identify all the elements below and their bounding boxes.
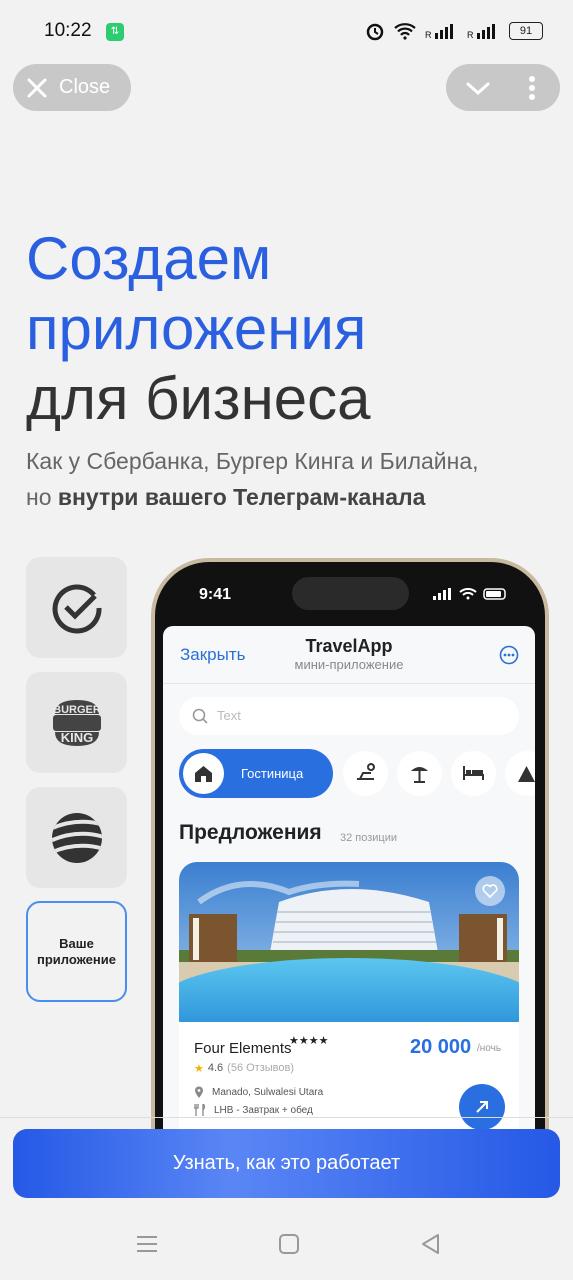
- wifi-icon: [394, 23, 416, 40]
- hero-title-line3: для бизнеса: [26, 365, 371, 432]
- phone-status-icons: [433, 588, 509, 600]
- chevron-down-icon[interactable]: [464, 78, 492, 98]
- chip-camping[interactable]: [505, 751, 535, 796]
- signal-icon: R: [425, 24, 453, 39]
- dynamic-island: [292, 577, 409, 610]
- sunbed-icon: [357, 763, 375, 780]
- hotel-name: Four Elements: [194, 1040, 292, 1057]
- chip-hotel-label: Гостиница: [241, 766, 304, 781]
- chip-hotel[interactable]: Гостиница: [179, 749, 333, 798]
- beeline-tile: [26, 787, 127, 888]
- chip-bed[interactable]: [451, 751, 496, 796]
- battery-icon: 91: [509, 22, 543, 40]
- hotel-price: 20 000: [410, 1036, 472, 1058]
- heart-icon: [482, 884, 498, 898]
- phone-battery-icon: [483, 588, 506, 600]
- home-nav-icon[interactable]: [277, 1232, 301, 1256]
- favorite-button[interactable]: [475, 876, 505, 906]
- umbrella-icon: [411, 767, 428, 783]
- svg-text:BURGER: BURGER: [53, 704, 101, 716]
- svg-text:R: R: [467, 30, 474, 39]
- more-icon[interactable]: [499, 645, 519, 665]
- hotel-price-unit: /ночь: [477, 1043, 502, 1054]
- menu-pill: [446, 64, 560, 111]
- hotel-stars: ★★★★: [289, 1035, 329, 1047]
- hotel-photo: [179, 862, 519, 1022]
- learn-how-label: Узнать, как это работает: [172, 1152, 401, 1174]
- alarm-icon: [366, 23, 384, 41]
- search-input[interactable]: Text: [179, 697, 519, 735]
- hotel-card[interactable]: Four Elements ★★★★ 20 000 /ночь ★ 4.6 (5…: [179, 862, 519, 1146]
- search-placeholder: Text: [217, 708, 241, 723]
- svg-text:KING: KING: [60, 730, 93, 745]
- more-vertical-icon[interactable]: [526, 75, 538, 101]
- divider: [0, 1117, 573, 1118]
- fork-knife-icon: [194, 1104, 206, 1116]
- hero-title-line2: приложения: [26, 295, 367, 362]
- phone-wifi-icon: [459, 588, 477, 600]
- close-button[interactable]: Close: [13, 64, 131, 111]
- chip-umbrella[interactable]: [397, 751, 442, 796]
- your-app-tile: Ваше приложение: [26, 901, 127, 1002]
- burger-king-logo-icon: BURGER KING: [52, 699, 101, 746]
- tent-icon: [518, 766, 535, 782]
- hotel-location: Manado, Sulwalesi Utara: [194, 1086, 323, 1098]
- status-time: 10:22: [44, 20, 92, 41]
- hotel-meal: LHB - Завтрак + обед: [194, 1104, 313, 1116]
- offers-title: Предложения: [179, 821, 322, 844]
- close-icon: [27, 78, 47, 97]
- phone-time: 9:41: [199, 586, 232, 603]
- status-icons: R R 91: [365, 21, 543, 41]
- burger-king-tile: BURGER KING: [26, 672, 127, 773]
- sber-tile: [26, 557, 127, 658]
- offers-count: 32 позиции: [340, 832, 398, 844]
- hero-subtitle-1: Как у Сбербанка, Бургер Кинга и Билайна,: [26, 448, 479, 474]
- hotel-rating: ★ 4.6 (56 Отзывов): [194, 1062, 295, 1075]
- data-sync-icon: ⇅: [106, 23, 124, 41]
- open-offer-button[interactable]: [459, 1084, 505, 1130]
- phone-signal-icon: [433, 588, 451, 600]
- hero-title-line1: Создаем: [26, 225, 272, 292]
- miniapp-subtitle: мини-приложение: [294, 657, 404, 672]
- sber-logo-icon: [52, 584, 102, 633]
- recent-apps-icon[interactable]: [135, 1232, 159, 1256]
- close-label: Close: [59, 76, 111, 98]
- bed-icon: [463, 766, 484, 780]
- learn-how-button[interactable]: Узнать, как это работает: [13, 1129, 560, 1198]
- miniapp-title: TravelApp: [305, 636, 393, 656]
- chip-beach[interactable]: [343, 751, 388, 796]
- beeline-logo-icon: [51, 812, 102, 863]
- phone-screen: Закрыть TravelApp мини-приложение Text Г…: [163, 626, 535, 1146]
- arrow-up-right-icon: [476, 1101, 488, 1113]
- hero-subtitle-2: но внутри вашего Телеграм-канала: [26, 484, 426, 510]
- location-pin-icon: [195, 1086, 203, 1098]
- svg-text:R: R: [425, 30, 432, 39]
- home-icon: [195, 766, 212, 782]
- search-icon: [192, 708, 208, 724]
- signal-icon-2: R: [467, 24, 495, 39]
- star-icon: ★: [194, 1063, 204, 1075]
- back-icon[interactable]: [419, 1232, 443, 1256]
